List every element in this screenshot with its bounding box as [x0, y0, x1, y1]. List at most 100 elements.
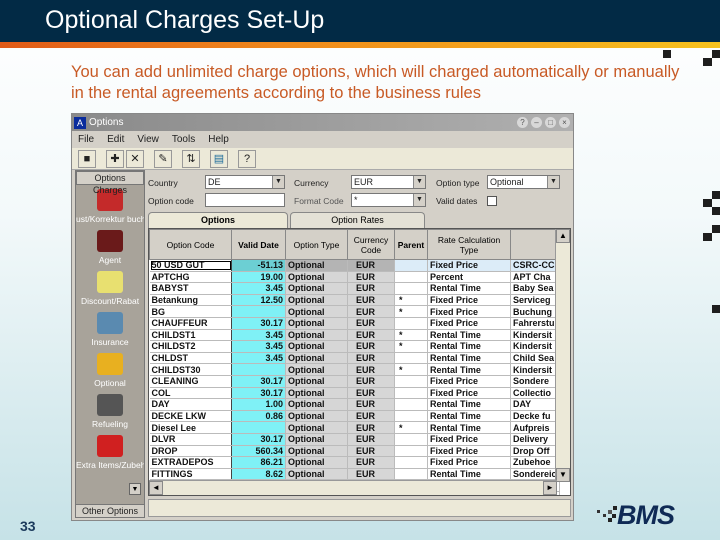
cell-currency[interactable]: EUR [347, 433, 395, 446]
scroll-right-icon[interactable]: ► [543, 481, 557, 495]
cell-currency[interactable]: EUR [347, 445, 395, 458]
table-row[interactable]: Diesel Lee Optional EUR * Rental Time Aufprei… [149, 421, 560, 434]
cell-desc[interactable]: Fahrerstu [510, 317, 560, 330]
cell-rate[interactable]: Rental Time [427, 340, 511, 353]
cell-type[interactable]: Optional [285, 271, 348, 284]
table-row[interactable]: CHLDST 3.45 Optional EUR Rental Time Child Se… [149, 352, 560, 365]
cell-currency[interactable]: EUR [347, 456, 395, 469]
cell-parent[interactable] [394, 375, 428, 388]
cell-rate[interactable]: Fixed Price [427, 317, 511, 330]
menu-view[interactable]: View [137, 134, 159, 145]
cell-type[interactable]: Optional [285, 352, 348, 365]
cell-currency[interactable]: EUR [347, 352, 395, 365]
cell-value[interactable] [231, 363, 286, 376]
cell-desc[interactable]: Serviceg [510, 294, 560, 307]
tab-options[interactable]: Options [148, 212, 288, 228]
cell-currency[interactable]: EUR [347, 398, 395, 411]
cell-type[interactable]: Optional [285, 421, 348, 434]
cell-rate[interactable]: Rental Time [427, 282, 511, 295]
cell-currency[interactable]: EUR [347, 421, 395, 434]
cell-value[interactable]: 0.86 [231, 410, 286, 423]
cell-currency[interactable]: EUR [347, 271, 395, 284]
cell-currency[interactable]: EUR [347, 317, 395, 330]
window-titlebar[interactable]: A Options ? – □ × [72, 114, 573, 131]
cell-desc[interactable]: Kindersit [510, 363, 560, 376]
sidebar-item[interactable]: Optional [76, 353, 144, 388]
cell-parent[interactable]: * [394, 305, 428, 318]
cell-currency[interactable]: EUR [347, 259, 395, 272]
cell-desc[interactable]: Aufpreis [510, 421, 560, 434]
table-row[interactable]: CHILDST2 3.45 Optional EUR * Rental Time Kinde… [149, 340, 560, 353]
menu-help[interactable]: Help [208, 134, 229, 145]
column-header-option-type[interactable]: Option Type [285, 229, 348, 260]
sidebar-item[interactable]: Agent [76, 230, 144, 265]
cell-parent[interactable] [394, 271, 428, 284]
sidebar-footer-other-options[interactable]: Other Options [76, 504, 144, 517]
cell-desc[interactable]: Child Sea [510, 352, 560, 365]
sidebar-item[interactable]: Insurance [76, 312, 144, 347]
context-help-button[interactable]: ? [517, 117, 528, 128]
cell-desc[interactable]: Buchung [510, 305, 560, 318]
cell-code[interactable]: DROP [149, 445, 232, 458]
table-row[interactable]: DAY 1.00 Optional EUR Rental Time DAY [149, 398, 560, 411]
chevron-down-icon[interactable]: ▼ [272, 176, 284, 188]
table-row[interactable]: CHILDST1 3.45 Optional EUR * Rental Time Kinde… [149, 329, 560, 342]
cell-rate[interactable]: Fixed Price [427, 433, 511, 446]
cell-rate[interactable]: Fixed Price [427, 445, 511, 458]
cell-type[interactable]: Optional [285, 375, 348, 388]
cell-code[interactable]: BABYST [149, 282, 232, 295]
cell-type[interactable]: Optional [285, 282, 348, 295]
cell-code[interactable]: DLVR [149, 433, 232, 446]
cell-value[interactable]: 3.45 [231, 282, 286, 295]
close-button[interactable]: × [559, 117, 570, 128]
table-row[interactable]: FITTINGS 8.62 Optional EUR Rental Time Sonder… [149, 468, 560, 481]
cell-type[interactable]: Optional [285, 433, 348, 446]
sidebar-item[interactable]: Extra Items/Zubehör [76, 435, 144, 470]
cell-type[interactable]: Optional [285, 456, 348, 469]
scroll-left-icon[interactable]: ◄ [149, 481, 163, 495]
menu-file[interactable]: File [78, 134, 94, 145]
cell-type[interactable]: Optional [285, 340, 348, 353]
cell-rate[interactable]: Fixed Price [427, 294, 511, 307]
table-row[interactable]: BG Optional EUR * Fixed Price Buchung [149, 305, 560, 318]
cell-parent[interactable] [394, 387, 428, 400]
cell-code[interactable]: CHILDST30 [149, 363, 232, 376]
cell-desc[interactable]: Baby Sea [510, 282, 560, 295]
table-row[interactable]: EXTRADEPOS 86.21 Optional EUR Fixed Price Zub… [149, 456, 560, 469]
sidebar-scroll-down-icon[interactable]: ▼ [129, 483, 141, 495]
chevron-down-icon[interactable]: ▼ [547, 176, 559, 188]
edit-icon[interactable]: ✎ [154, 149, 172, 168]
chevron-down-icon[interactable]: ▼ [413, 194, 425, 206]
tab-option-rates[interactable]: Option Rates [290, 212, 425, 228]
cell-type[interactable]: Optional [285, 398, 348, 411]
cell-desc[interactable]: Decke fu [510, 410, 560, 423]
column-header-option-code[interactable]: Option Code [149, 229, 232, 260]
cell-currency[interactable]: EUR [347, 375, 395, 388]
cell-rate[interactable]: Rental Time [427, 329, 511, 342]
cell-desc[interactable]: Drop Off [510, 445, 560, 458]
table-row[interactable]: APTCHG 19.00 Optional EUR Percent APT Cha [149, 271, 560, 284]
help-icon[interactable]: ? [238, 149, 256, 168]
new-icon[interactable]: ✚ [106, 149, 124, 168]
cell-code[interactable]: COL [149, 387, 232, 400]
cell-desc[interactable]: Delivery [510, 433, 560, 446]
table-row[interactable]: 50 USD GUT -51.13 Optional EUR Fixed Price CS… [149, 259, 560, 272]
cell-rate[interactable]: Rental Time [427, 468, 511, 481]
cell-code[interactable]: Diesel Lee [149, 421, 232, 434]
cell-currency[interactable]: EUR [347, 294, 395, 307]
table-row[interactable]: CLEANING 30.17 Optional EUR Fixed Price Sonde… [149, 375, 560, 388]
cell-type[interactable]: Optional [285, 445, 348, 458]
cell-type[interactable]: Optional [285, 387, 348, 400]
cell-type[interactable]: Optional [285, 294, 348, 307]
table-row[interactable]: CHILDST30 Optional EUR * Rental Time Kindersi… [149, 363, 560, 376]
cell-parent[interactable] [394, 317, 428, 330]
cell-parent[interactable]: * [394, 294, 428, 307]
cell-value[interactable]: 86.21 [231, 456, 286, 469]
scroll-up-icon[interactable]: ▲ [556, 229, 570, 243]
sidebar-item[interactable]: Discount/Rabat [76, 271, 144, 306]
currency-select[interactable]: EUR ▼ [351, 175, 426, 189]
cell-value[interactable]: 30.17 [231, 433, 286, 446]
cell-parent[interactable] [394, 445, 428, 458]
cell-code[interactable]: EXTRADEPOS [149, 456, 232, 469]
cell-parent[interactable] [394, 456, 428, 469]
